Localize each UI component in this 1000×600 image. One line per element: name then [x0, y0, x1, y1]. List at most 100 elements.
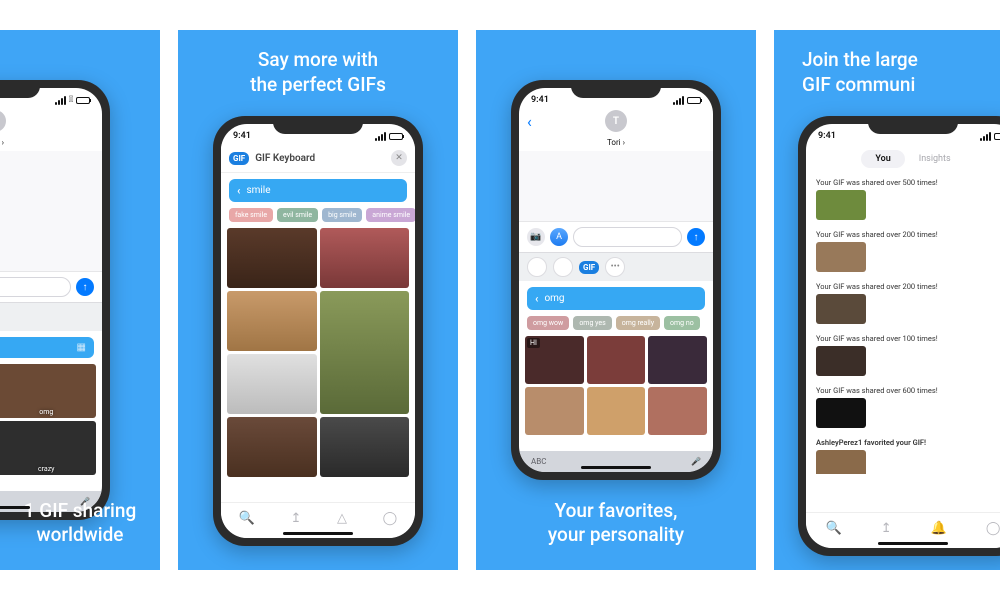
phone-mock-3: 9:41 ‹ T Tori › 📷 A ↑ GI [511, 80, 721, 480]
chip[interactable]: omg wow [527, 316, 569, 330]
close-icon[interactable]: ✕ [391, 150, 407, 166]
feed-thumb [816, 346, 866, 376]
gif-grid [221, 228, 415, 477]
search-term: smile [246, 185, 399, 196]
gif-cell[interactable] [587, 387, 646, 435]
appstore-icon[interactable]: A [550, 228, 568, 246]
chip[interactable]: omg really [616, 316, 660, 330]
chip[interactable]: omg no [664, 316, 700, 330]
gif-cell[interactable] [525, 387, 584, 435]
segmented-tabs: You Insights [806, 144, 1000, 174]
gif-cell[interactable]: omg [0, 364, 96, 418]
panel-caption: Say more with the perfect GIFs [178, 48, 458, 97]
home-indicator [0, 506, 30, 509]
message-input[interactable] [573, 227, 682, 247]
camera-icon[interactable]: 📷 [527, 228, 545, 246]
abc-key[interactable]: ABC [531, 457, 546, 466]
chip[interactable]: fake smile [229, 208, 273, 222]
back-icon[interactable]: ‹ [527, 112, 532, 131]
message-input[interactable] [0, 277, 71, 297]
suggestion-chips: omg wow omg yes omg really omg no [519, 316, 713, 336]
chat-body [0, 151, 102, 271]
activity-feed: Your GIF was shared over 500 times! Your… [806, 174, 1000, 474]
home-indicator [283, 532, 353, 535]
gif-search-bar[interactable]: ‹ smile [229, 179, 407, 202]
gif-grid: HI [519, 336, 713, 435]
phone-mock-1: 9:41 􀙇 T Tori › ↑ GIF ••• nor [0, 80, 110, 520]
tab-activity-icon[interactable]: △ [337, 511, 347, 526]
search-term: nor [0, 342, 71, 353]
gif-cell[interactable]: HI [525, 336, 584, 384]
suggestion-chips: fake smile evil smile big smile anime sm… [221, 208, 415, 228]
panel-caption: Your favorites, your personality [476, 499, 756, 548]
tab-upload-icon[interactable]: ↥ [291, 511, 302, 526]
gif-cell[interactable] [648, 336, 707, 384]
tab-search-icon[interactable]: 🔍 [239, 511, 255, 526]
feed-item[interactable]: AshleyPerez1 favorited your GIF! [816, 434, 1000, 474]
promo-panel-1: 9:41 􀙇 T Tori › ↑ GIF ••• nor [0, 30, 160, 570]
tab-insights[interactable]: Insights [905, 150, 965, 168]
send-button[interactable]: ↑ [76, 278, 94, 296]
contact-avatar[interactable]: T [605, 110, 627, 132]
promo-panel-2: Say more with the perfect GIFs 9:41 GIF … [178, 30, 458, 570]
app-icon[interactable] [527, 257, 547, 277]
message-input-row: ↑ [0, 271, 102, 302]
home-indicator [878, 542, 948, 545]
gif-cell[interactable] [587, 336, 646, 384]
chat-body [519, 151, 713, 221]
message-input-row: 📷 A ↑ [519, 221, 713, 252]
gif-search-bar[interactable]: ‹ omg [527, 287, 705, 310]
gif-search-bar[interactable]: nor ▦ [0, 337, 94, 358]
tab-activity-icon[interactable]: 🔔 [931, 521, 947, 536]
send-button[interactable]: ↑ [687, 228, 705, 246]
grid-toggle-icon[interactable]: ▦ [77, 342, 86, 353]
app-icon[interactable] [553, 257, 573, 277]
phone-screen: 9:41 􀙇 T Tori › ↑ GIF ••• nor [0, 88, 102, 512]
search-term: omg [544, 293, 697, 304]
home-indicator [581, 466, 651, 469]
feed-item[interactable]: Your GIF was shared over 200 times! [816, 278, 1000, 328]
phone-notch [273, 116, 363, 134]
promo-panel-4: Join the large GIF communi 9:41 You Insi… [774, 30, 1000, 570]
panel-caption: Join the large GIF communi [774, 48, 1000, 97]
phone-notch [0, 80, 40, 98]
chip[interactable]: omg yes [573, 316, 611, 330]
gif-cell[interactable] [227, 354, 317, 414]
tab-you[interactable]: You [861, 150, 904, 168]
tab-search-icon[interactable]: 🔍 [826, 521, 842, 536]
gif-grid: dance omg annoyed crazy [0, 364, 102, 475]
back-chevron-icon[interactable]: ‹ [237, 184, 240, 197]
feed-thumb [816, 294, 866, 324]
tab-profile-icon[interactable]: ◯ [986, 521, 1000, 536]
gif-cell[interactable] [227, 228, 317, 288]
app-more-icon[interactable]: ••• [605, 257, 625, 277]
contact-name[interactable]: Tori › [0, 138, 102, 151]
gif-cell[interactable] [320, 417, 410, 477]
tab-profile-icon[interactable]: ◯ [383, 511, 398, 526]
back-chevron-icon[interactable]: ‹ [535, 292, 538, 305]
feed-item[interactable]: Your GIF was shared over 600 times! [816, 382, 1000, 432]
feed-item[interactable]: Your GIF was shared over 100 times! [816, 330, 1000, 380]
chat-header: T [0, 108, 102, 138]
chip[interactable]: big smile [322, 208, 362, 222]
mic-icon[interactable]: 🎤 [691, 457, 701, 466]
gif-cell[interactable]: crazy [0, 421, 96, 475]
promo-panel-3: 9:41 ‹ T Tori › 📷 A ↑ GI [476, 30, 756, 570]
feed-thumb [816, 398, 866, 428]
gif-cell[interactable] [320, 291, 410, 414]
gif-cell[interactable] [320, 228, 410, 288]
gif-cell[interactable] [227, 417, 317, 477]
chip[interactable]: anime smile [366, 208, 415, 222]
feed-item[interactable]: Your GIF was shared over 500 times! [816, 174, 1000, 224]
tab-upload-icon[interactable]: ↥ [881, 521, 892, 536]
gif-cell[interactable] [648, 387, 707, 435]
feed-item[interactable]: Your GIF was shared over 200 times! [816, 226, 1000, 276]
gif-cell[interactable] [227, 291, 317, 351]
contact-avatar[interactable]: T [0, 110, 6, 132]
gif-badge-icon: GIF [229, 152, 249, 165]
gif-app-icon[interactable]: GIF [579, 261, 599, 274]
chip[interactable]: evil smile [277, 208, 318, 222]
feed-thumb [816, 450, 866, 474]
phone-notch [868, 116, 958, 134]
contact-name[interactable]: Tori › [519, 138, 713, 151]
